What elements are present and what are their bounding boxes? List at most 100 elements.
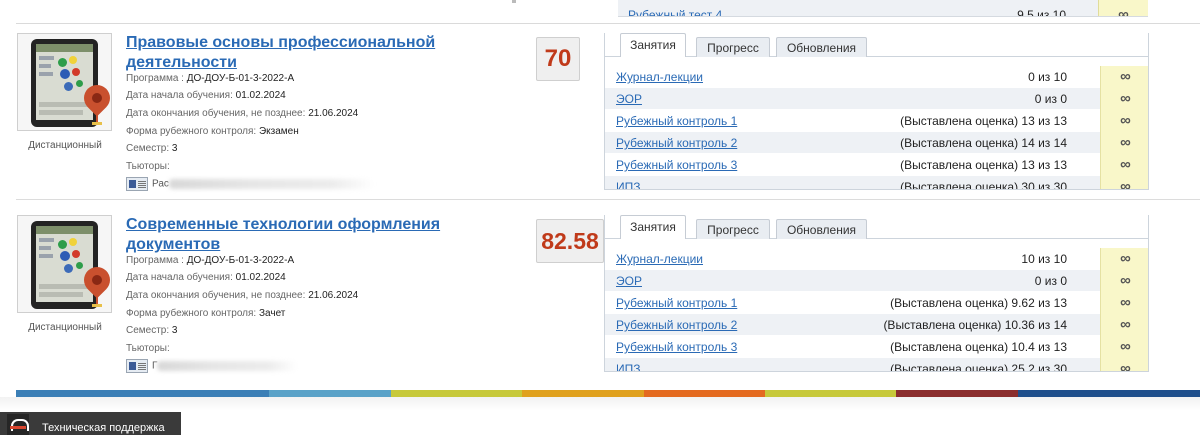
program-info: Программа : ДО-ДОУ-Б-01-3-2022-А [126,73,295,84]
course-card: Дистанционный Правовые основы профессион… [16,25,1200,200]
activity-score: (Выставлена оценка) 30 из 30 [900,180,1067,190]
tab-progress[interactable]: Прогресс [696,219,770,239]
infinity-badge: ∞ [1100,314,1148,336]
tablet-image [31,221,98,309]
semester-info: Семестр: 3 [126,325,178,336]
end-date-info: Дата окончания обучения, не позднее: 21.… [126,108,359,119]
course-card: Дистанционный Современные технологии офо… [16,207,1200,382]
infinity-badge: ∞ [1100,358,1148,371]
control-form-info: Форма рубежного контроля: Зачет [126,308,286,319]
tab-lessons[interactable]: Занятия [620,33,686,57]
infinity-badge: ∞ [1100,248,1148,270]
redacted-tutor-name [168,179,374,189]
activity-score: 0 из 0 [1034,92,1067,106]
infinity-badge: ∞ [1100,132,1148,154]
tech-support-label: Техническая поддержка [42,422,165,434]
activity-row: Рубежный контроль 3 (Выставлена оценка) … [605,336,1148,358]
activity-score: (Выставлена оценка) 9.62 из 13 [890,296,1067,310]
infinity-badge: ∞ [1100,154,1148,176]
tutor-entry[interactable]: Г [126,359,298,373]
activity-link[interactable]: Рубежный контроль 2 [616,136,737,150]
tutor-entry[interactable]: Рас [126,177,374,191]
activity-link[interactable]: ИПЗ [616,362,641,371]
tab-progress[interactable]: Прогресс [696,37,770,57]
activity-row: Рубежный контроль 1 (Выставлена оценка) … [605,110,1148,132]
study-form-label: Дистанционный [28,322,102,333]
previous-row-value: 9.5 из 10 [1017,8,1066,17]
support-headset-icon [7,414,29,435]
start-date-info: Дата начала обучения: 01.02.2024 [126,272,286,283]
course-progress-panel: Занятия Прогресс Обновления Журнал-лекци… [604,215,1149,372]
tutor-card-icon [126,177,148,191]
infinity-badge: ∞ [1100,270,1148,292]
tutors-label: Тьюторы: [126,343,170,354]
footer-color-bar [16,390,1200,397]
semester-info: Семестр: 3 [126,143,178,154]
activity-row: Журнал-лекции 10 из 10 ∞ [605,248,1148,270]
activity-score: (Выставлена оценка) 10.36 из 14 [883,318,1067,332]
activity-row: ЭОР 0 из 0 ∞ [605,270,1148,292]
infinity-badge: ∞ [1100,88,1148,110]
control-form-info: Форма рубежного контроля: Экзамен [126,126,299,137]
redacted-tutor-name [157,361,298,371]
activity-link[interactable]: ЭОР [616,274,642,288]
activity-link[interactable]: Рубежный контроль 3 [616,340,737,354]
activity-score: (Выставлена оценка) 10.4 из 13 [890,340,1067,354]
activity-row: Рубежный контроль 2 (Выставлена оценка) … [605,132,1148,154]
activity-score: (Выставлена оценка) 13 из 13 [900,114,1067,128]
activity-row: Рубежный контроль 1 (Выставлена оценка) … [605,292,1148,314]
activity-row: Журнал-лекции 0 из 10 ∞ [605,66,1148,88]
previous-course-row: Рубежный тест 4 9.5 из 10 ∞ [618,0,1148,17]
panel-tabs: Занятия Прогресс Обновления [605,33,1148,57]
course-thumbnail[interactable] [17,33,116,131]
course-title-link[interactable]: Современные технологии оформления докуме… [126,215,516,255]
previous-course-tail: Рубежный тест 4 9.5 из 10 ∞ [0,0,1200,24]
program-info: Программа : ДО-ДОУ-Б-01-3-2022-А [126,255,295,266]
activity-row: ИПЗ (Выставлена оценка) 30 из 30 ∞ [605,176,1148,190]
activity-row: Рубежный контроль 3 (Выставлена оценка) … [605,154,1148,176]
activity-score: (Выставлена оценка) 14 из 14 [900,136,1067,150]
activity-link[interactable]: Рубежный контроль 3 [616,158,737,172]
infinity-badge: ∞ [1100,66,1148,88]
course-score: 70 [536,37,580,81]
activity-list: Журнал-лекции 0 из 10 ∞ ЭОР 0 из 0 ∞ Руб… [605,66,1148,190]
previous-row-link[interactable]: Рубежный тест 4 [628,8,722,16]
footer-shadow [0,397,1200,411]
tab-updates[interactable]: Обновления [776,37,867,57]
activity-link[interactable]: Рубежный контроль 1 [616,296,737,310]
activity-score: 10 из 10 [1021,252,1067,266]
activity-link[interactable]: Рубежный контроль 1 [616,114,737,128]
infinity-badge: ∞ [1100,336,1148,358]
activity-link[interactable]: ЭОР [616,92,642,106]
activity-score: (Выставлена оценка) 25.2 из 30 [890,362,1067,372]
course-progress-panel: Занятия Прогресс Обновления Журнал-лекци… [604,33,1149,190]
study-form-label: Дистанционный [28,140,102,151]
activity-score: 0 из 10 [1028,70,1067,84]
activity-row: Рубежный контроль 2 (Выставлена оценка) … [605,314,1148,336]
course-score: 82.58 [536,219,604,263]
tab-lessons[interactable]: Занятия [620,215,686,239]
scroll-marker [512,0,516,3]
tutor-card-icon [126,359,148,373]
activity-link[interactable]: ИПЗ [616,180,641,189]
activity-score: 0 из 0 [1034,274,1067,288]
divider [16,199,1200,200]
course-title-link[interactable]: Правовые основы профессиональной деятель… [126,33,516,73]
divider [16,23,1200,24]
tablet-image [31,39,98,127]
activity-link[interactable]: Журнал-лекции [616,252,703,266]
activity-link[interactable]: Рубежный контроль 2 [616,318,737,332]
tutors-label: Тьюторы: [126,161,170,172]
activity-row: ИПЗ (Выставлена оценка) 25.2 из 30 ∞ [605,358,1148,372]
panel-tabs: Занятия Прогресс Обновления [605,215,1148,239]
start-date-info: Дата начала обучения: 01.02.2024 [126,90,286,101]
activity-list: Журнал-лекции 10 из 10 ∞ ЭОР 0 из 0 ∞ Ру… [605,248,1148,372]
activity-link[interactable]: Журнал-лекции [616,70,703,84]
tech-support-button[interactable]: Техническая поддержка [0,412,181,435]
tab-updates[interactable]: Обновления [776,219,867,239]
end-date-info: Дата окончания обучения, не позднее: 21.… [126,290,359,301]
infinity-badge: ∞ [1098,0,1148,16]
activity-score: (Выставлена оценка) 13 из 13 [900,158,1067,172]
course-thumbnail[interactable] [17,215,116,313]
activity-row: ЭОР 0 из 0 ∞ [605,88,1148,110]
